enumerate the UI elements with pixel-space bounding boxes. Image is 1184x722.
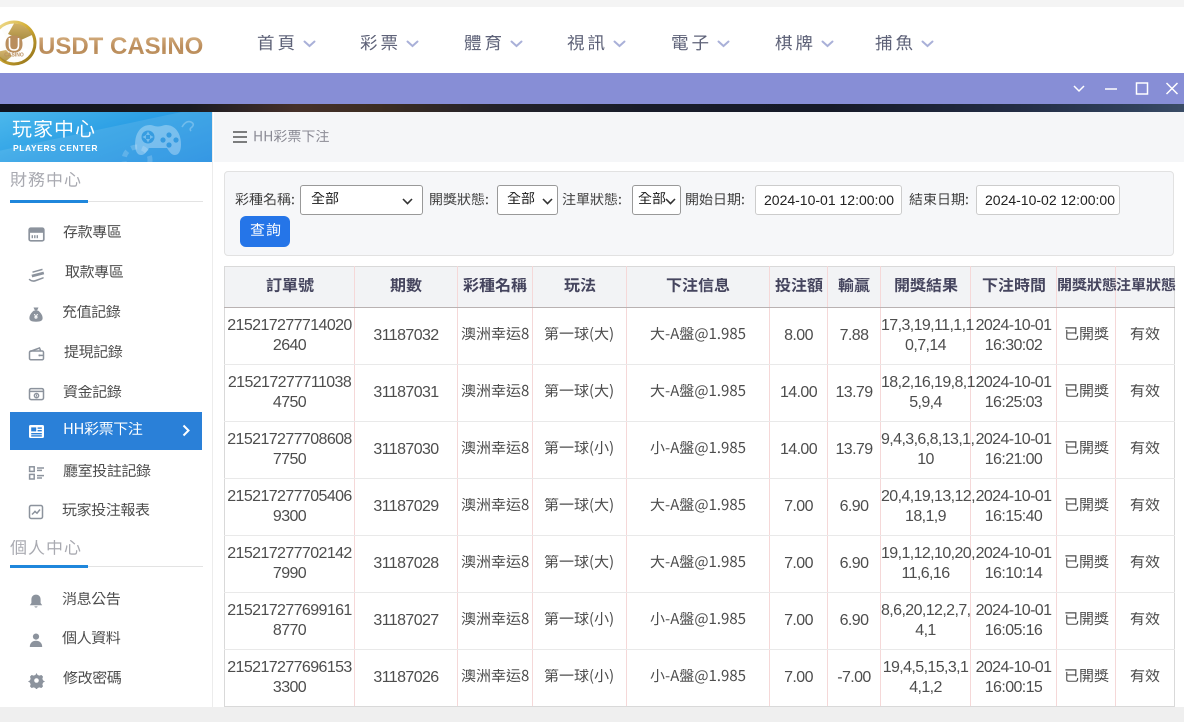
svg-text:CASINO: CASINO bbox=[4, 53, 24, 59]
